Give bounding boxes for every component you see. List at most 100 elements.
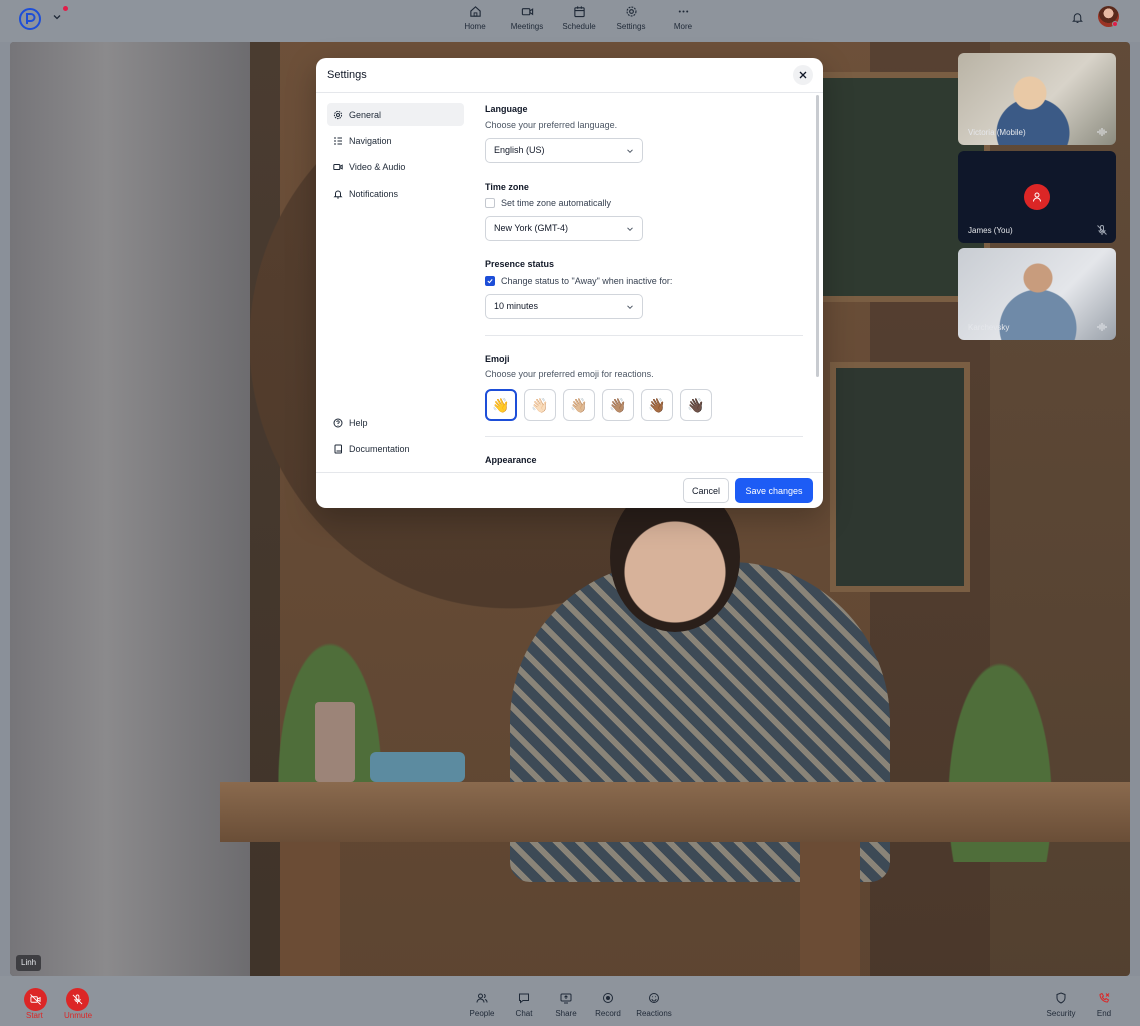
appearance-title: Appearance (485, 455, 537, 465)
documentation-link[interactable]: Documentation (327, 437, 464, 460)
video-background-table (220, 782, 1130, 842)
away-status-label: Change status to "Away" when inactive fo… (501, 276, 673, 286)
reactions-button[interactable]: Reactions (634, 992, 674, 1018)
emoji-option[interactable]: 👋🏽 (602, 389, 634, 421)
chat-label: Chat (515, 1009, 533, 1018)
notification-dot (63, 6, 68, 11)
video-background-bowl (370, 752, 465, 782)
language-select[interactable]: English (US) (485, 138, 643, 163)
nav-more-label: More (673, 22, 693, 31)
content-scrollbar[interactable] (816, 95, 819, 377)
chat-button[interactable]: Chat (504, 992, 544, 1018)
nav-schedule[interactable]: Schedule (554, 5, 604, 31)
chevron-down-icon (627, 227, 633, 232)
calendar-icon (573, 6, 585, 18)
sidebar-item-label: Navigation (349, 135, 392, 146)
nav-more[interactable]: More (658, 5, 708, 31)
emoji-option[interactable]: 👋🏻 (524, 389, 556, 421)
record-button[interactable]: Record (588, 992, 628, 1018)
checkbox-box[interactable] (485, 276, 495, 286)
participant-tile[interactable]: James (You) (958, 151, 1116, 243)
away-status-checkbox[interactable]: Change status to "Away" when inactive fo… (485, 275, 672, 287)
audio-wave-icon (1097, 323, 1107, 331)
participant-tile[interactable]: Victoria (Mobile) (958, 53, 1116, 145)
unmute-label: Unmute (64, 1011, 93, 1020)
save-changes-button[interactable]: Save changes (735, 478, 813, 503)
sidebar-item-navigation[interactable]: Navigation (327, 129, 464, 152)
nav-settings[interactable]: Settings (606, 5, 656, 31)
mic-off-icon (1097, 225, 1107, 235)
nav-meetings-label: Meetings (510, 22, 544, 31)
people-icon (476, 993, 488, 1003)
emoji-options: 👋 👋🏻 👋🏼 👋🏽 👋🏾 👋🏿 (485, 389, 719, 421)
presence-title: Presence status (485, 259, 555, 269)
chevron-down-icon[interactable] (51, 11, 63, 23)
security-button[interactable]: Security (1041, 992, 1081, 1018)
section-divider (485, 335, 803, 336)
nav-meetings[interactable]: Meetings (502, 5, 552, 31)
audio-wave-icon (1097, 128, 1107, 136)
home-icon (469, 6, 481, 17)
emoji-description: Choose your preferred emoji for reaction… (485, 369, 654, 379)
video-background-tree (10, 42, 250, 976)
participant-tile[interactable]: Karchevsky (958, 248, 1116, 340)
sidebar-item-label: Video & Audio (349, 161, 406, 172)
help-label: Help (349, 417, 368, 428)
share-screen-icon (560, 993, 572, 1004)
sidebar-item-general[interactable]: General (327, 103, 464, 126)
sidebar-item-notifications[interactable]: Notifications (327, 182, 464, 205)
participant-avatar (1024, 184, 1050, 210)
check-icon (487, 279, 493, 284)
chat-icon (519, 993, 529, 1004)
record-label: Record (595, 1009, 621, 1018)
gear-icon (625, 6, 637, 17)
nav-home[interactable]: Home (450, 5, 500, 31)
section-divider (485, 436, 803, 437)
language-title: Language (485, 104, 528, 114)
bell-icon (333, 190, 343, 198)
mic-off-icon (72, 994, 83, 1005)
chevron-down-icon (627, 149, 633, 154)
settings-dialog: Settings General Navigation Video & Audi… (316, 58, 823, 508)
reactions-label: Reactions (636, 1009, 672, 1018)
nav-home-label: Home (464, 22, 486, 31)
end-label: End (1096, 1009, 1112, 1018)
book-icon (334, 444, 342, 453)
chevron-down-icon (627, 305, 633, 310)
auto-timezone-checkbox[interactable]: Set time zone automatically (485, 197, 611, 209)
auto-timezone-label: Set time zone automatically (501, 198, 612, 208)
bell-icon[interactable] (1071, 11, 1084, 24)
video-icon (521, 8, 533, 16)
timezone-select[interactable]: New York (GMT-4) (485, 216, 643, 241)
video-icon (333, 163, 343, 170)
end-call-button[interactable]: End (1084, 992, 1124, 1018)
app-logo-icon[interactable] (19, 8, 41, 30)
close-button[interactable] (793, 65, 813, 85)
people-button[interactable]: People (462, 992, 502, 1018)
gear-icon (333, 110, 343, 119)
speaker-name-tag: Linh (16, 955, 42, 971)
sidebar-item-video-audio[interactable]: Video & Audio (327, 155, 464, 178)
top-nav: Home Meetings Schedule Settings More (450, 5, 710, 31)
nav-schedule-label: Schedule (562, 22, 596, 31)
inactive-duration-value: 10 minutes (494, 301, 539, 311)
checkbox-box[interactable] (485, 198, 495, 208)
participant-name: Karchevsky (968, 323, 1010, 332)
dialog-divider (316, 472, 823, 473)
inactive-duration-select[interactable]: 10 minutes (485, 294, 643, 319)
shield-icon (1056, 992, 1066, 1004)
start-label: Start (26, 1011, 43, 1020)
emoji-option[interactable]: 👋🏾 (641, 389, 673, 421)
emoji-option[interactable]: 👋 (485, 389, 517, 421)
unmute-button[interactable] (66, 988, 89, 1011)
cancel-button[interactable]: Cancel (683, 478, 729, 503)
start-video-button[interactable] (24, 988, 47, 1011)
emoji-option[interactable]: 👋🏼 (563, 389, 595, 421)
video-off-icon (30, 994, 41, 1005)
share-button[interactable]: Share (546, 992, 586, 1018)
video-background-cup (315, 702, 355, 782)
sidebar-item-label: General (349, 109, 382, 120)
emoji-option[interactable]: 👋🏿 (680, 389, 712, 421)
help-link[interactable]: Help (327, 411, 464, 434)
timezone-title: Time zone (485, 182, 529, 192)
